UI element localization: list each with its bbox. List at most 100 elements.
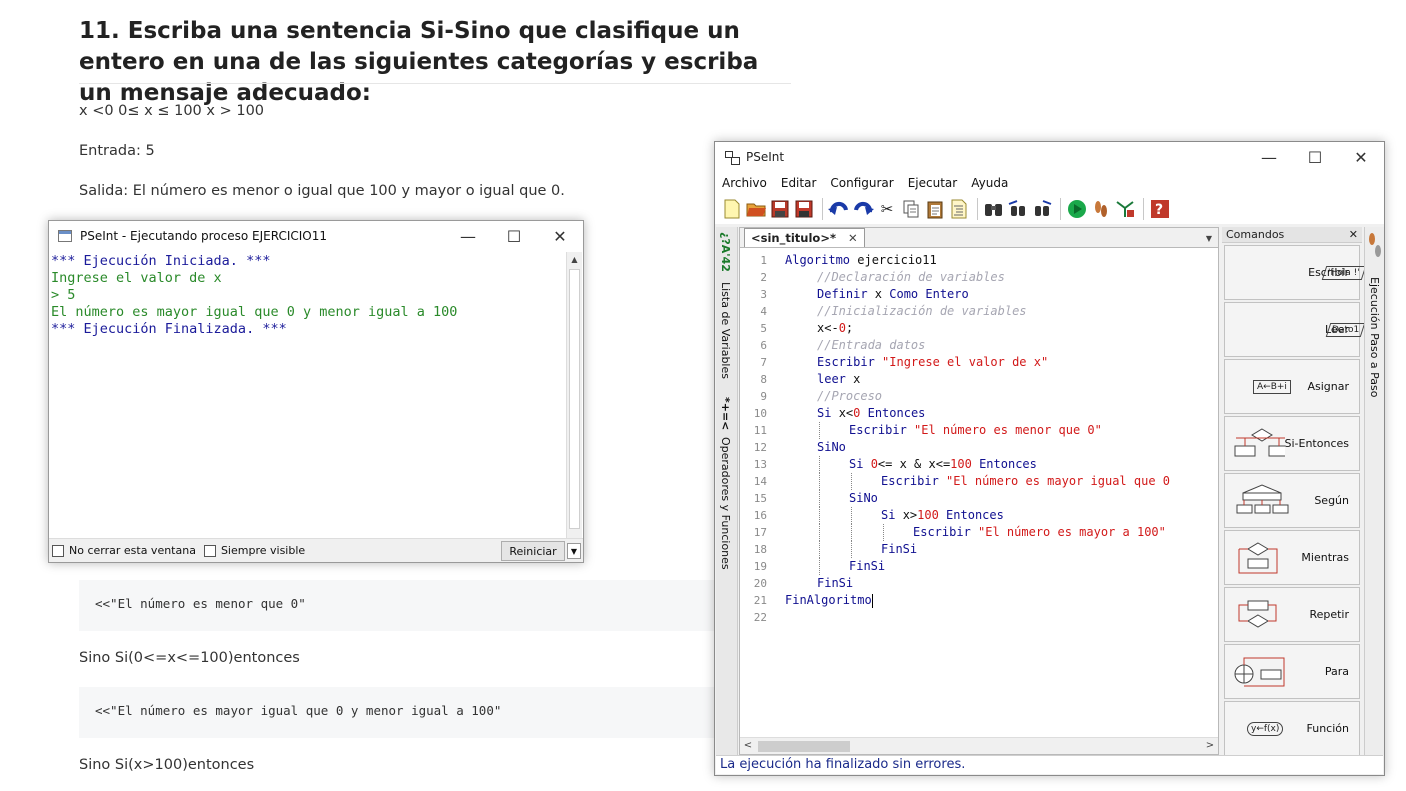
command-funcion[interactable]: y←f(x) Función — [1224, 701, 1360, 756]
execution-title-bar: PSeInt - Ejecutando proceso EJERCICIO11 … — [49, 221, 583, 251]
run-icon[interactable] — [1066, 198, 1088, 220]
code-line[interactable]: 21 FinAlgoritmo — [740, 592, 1210, 609]
command-para[interactable]: Para — [1224, 644, 1360, 699]
horizontal-scrollbar[interactable]: < > — [740, 737, 1218, 754]
line-number: 20 — [753, 577, 767, 590]
close-tab-icon[interactable]: ✕ — [848, 231, 858, 245]
debug-icon[interactable] — [1114, 198, 1136, 220]
tab-lista-de-variables[interactable]: Lista de Variables — [719, 282, 732, 379]
close-panel-icon[interactable]: ✕ — [1349, 228, 1358, 241]
toolbar-separator — [977, 198, 978, 220]
save-as-icon[interactable] — [793, 198, 815, 220]
indent-guide — [819, 473, 820, 490]
cut-icon[interactable]: ✂ — [876, 198, 898, 220]
open-folder-icon[interactable] — [745, 198, 767, 220]
command-mientras[interactable]: Mientras — [1224, 530, 1360, 585]
command-repetir[interactable]: Repetir — [1224, 587, 1360, 642]
code-line[interactable]: 1 Algoritmo ejercicio11 — [740, 252, 1210, 269]
tab-operadores-y-funciones[interactable]: Operadores y Funciones — [719, 437, 732, 570]
code-editor[interactable]: <sin_titulo>* ✕ ▼ 1 Algoritmo ejercicio11… — [739, 227, 1219, 755]
menu-archivo[interactable]: Archivo — [722, 176, 767, 190]
line-number: 10 — [753, 407, 767, 420]
minimize-button[interactable]: — — [1246, 142, 1292, 172]
operators-tab-icon[interactable]: *+=< — [719, 397, 732, 430]
code-line[interactable]: 16 Si x>100 Entonces — [740, 507, 1210, 524]
menu-configurar[interactable]: Configurar — [830, 176, 893, 190]
console-scrollbar[interactable]: ▲ — [566, 252, 582, 540]
restart-button[interactable]: Reiniciar — [501, 541, 565, 561]
find-previous-icon[interactable] — [1007, 198, 1029, 220]
maximize-button[interactable]: ☐ — [1292, 142, 1338, 172]
command-si-entonces[interactable]: Si-Entonces — [1224, 416, 1360, 471]
code-line[interactable]: 9 //Proceso — [740, 388, 1210, 405]
code-line[interactable]: 7 Escribir "Ingrese el valor de x" — [740, 354, 1210, 371]
code-line[interactable]: 3 Definir x Como Entero — [740, 286, 1210, 303]
code-line[interactable]: 17 Escribir "El número es mayor a 100" — [740, 524, 1210, 541]
line-number: 17 — [753, 526, 767, 539]
command-escribir[interactable]: 'Hola !' Escribir — [1224, 245, 1366, 300]
find-icon[interactable] — [983, 198, 1005, 220]
close-button[interactable]: ✕ — [537, 221, 583, 251]
code-line[interactable]: 22 — [740, 609, 1210, 626]
code-line[interactable]: 10 Si x<0 Entonces — [740, 405, 1210, 422]
minimize-button[interactable]: — — [445, 221, 491, 251]
code-text: SiNo — [849, 491, 878, 505]
code-line[interactable]: 2 //Declaración de variables — [740, 269, 1210, 286]
scroll-right-icon[interactable]: > — [1202, 738, 1218, 754]
indent-guide — [819, 490, 820, 507]
code-line[interactable]: 15 SiNo — [740, 490, 1210, 507]
code-line[interactable]: 19 FinSi — [740, 558, 1210, 575]
new-file-icon[interactable] — [721, 198, 743, 220]
maximize-button[interactable]: ☐ — [491, 221, 537, 251]
code-line[interactable]: 18 FinSi — [740, 541, 1210, 558]
tab-ejecucion-paso-a-paso[interactable]: Ejecución Paso a Paso — [1368, 277, 1381, 398]
code-line[interactable]: 11 Escribir "El número es menor que 0" — [740, 422, 1210, 439]
code-text: Escribir "El número es menor que 0" — [849, 423, 1102, 437]
always-visible-checkbox[interactable] — [203, 544, 216, 557]
line-number: 19 — [753, 560, 767, 573]
code-line[interactable]: 6 //Entrada datos — [740, 337, 1210, 354]
paste-icon[interactable] — [924, 198, 946, 220]
code-line[interactable]: 14 Escribir "El número es mayor igual que… — [740, 473, 1210, 490]
code-line[interactable]: 5 x<-0; — [740, 320, 1210, 337]
scroll-up-icon[interactable]: ▲ — [567, 252, 582, 268]
code-line[interactable]: 8 leer x — [740, 371, 1210, 388]
code-line[interactable]: 20 FinSi — [740, 575, 1210, 592]
variables-tab-icon[interactable]: ¿?A'42 — [719, 232, 732, 272]
menu-editar[interactable]: Editar — [781, 176, 817, 190]
scrollbar-thumb[interactable] — [758, 741, 850, 752]
console-output: *** Ejecución Iniciada. *** Ingrese el va… — [51, 252, 566, 538]
execution-footer: No cerrar esta ventana Siempre visible R… — [49, 538, 583, 562]
scrollbar-thumb[interactable] — [569, 269, 580, 529]
menu-ejecutar[interactable]: Ejecutar — [908, 176, 958, 190]
input-shape-icon: Dato1 — [1325, 322, 1366, 337]
menu-ayuda[interactable]: Ayuda — [971, 176, 1008, 190]
tab-list-dropdown-icon[interactable]: ▼ — [1206, 234, 1212, 243]
tab-sin-titulo[interactable]: <sin_titulo>* ✕ — [744, 228, 865, 247]
indent-icon[interactable] — [948, 198, 970, 220]
footsteps-icon[interactable] — [1366, 231, 1384, 261]
code-line[interactable]: 12 SiNo — [740, 439, 1210, 456]
find-next-icon[interactable] — [1031, 198, 1053, 220]
copy-icon[interactable] — [900, 198, 922, 220]
command-segun[interactable]: Según — [1224, 473, 1360, 528]
code-text: x<-0; — [817, 321, 854, 335]
undo-icon[interactable] — [828, 198, 850, 220]
save-icon[interactable] — [769, 198, 791, 220]
step-by-step-icon[interactable] — [1090, 198, 1112, 220]
close-button[interactable]: ✕ — [1338, 142, 1384, 172]
command-asignar[interactable]: A←B+i Asignar — [1224, 359, 1360, 414]
code-snippet-text: <<"El número es mayor igual que 0 y meno… — [95, 703, 502, 718]
help-icon[interactable]: ? — [1149, 198, 1171, 220]
command-leer[interactable]: Dato1 Leer — [1224, 302, 1366, 357]
toolbar-separator — [822, 198, 823, 220]
code-line[interactable]: 13 Si 0<= x & x<=100 Entonces — [740, 456, 1210, 473]
code-area[interactable]: 1 Algoritmo ejercicio11 2 //Declaración de … — [740, 252, 1210, 626]
tab-label: <sin_titulo>* — [751, 231, 836, 245]
keep-open-checkbox[interactable] — [52, 544, 64, 557]
scroll-left-icon[interactable]: < — [740, 738, 756, 754]
redo-icon[interactable] — [852, 198, 874, 220]
scroll-down-icon[interactable]: ▼ — [567, 543, 581, 559]
code-line[interactable]: 4 //Inicialización de variables — [740, 303, 1210, 320]
toolbar: ✂ ? — [715, 194, 1384, 224]
